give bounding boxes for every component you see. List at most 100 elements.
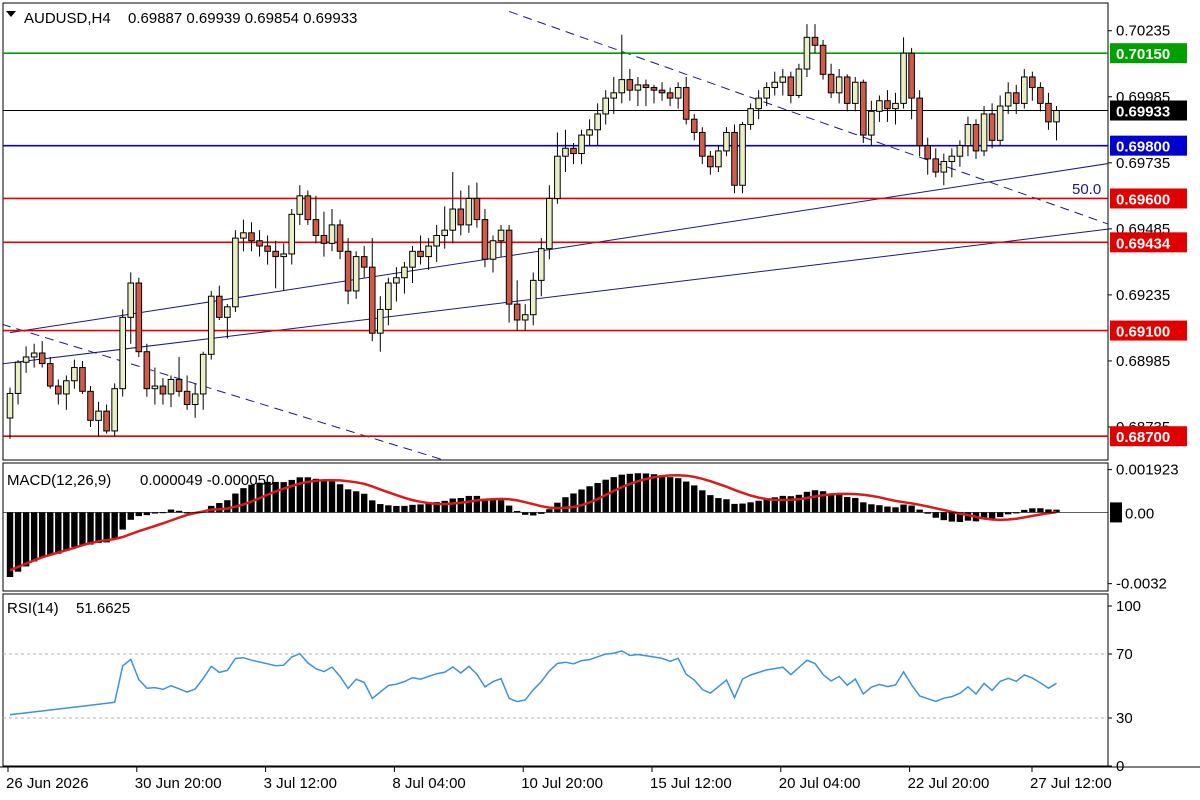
candle[interactable] xyxy=(207,290,215,360)
candle-body xyxy=(626,79,634,91)
macd-bar xyxy=(1021,509,1028,513)
rsi-tick-label: 0 xyxy=(1116,758,1124,775)
candle[interactable] xyxy=(87,386,94,427)
price-badge-label: 0.69933 xyxy=(1116,104,1170,121)
macd-bar xyxy=(167,509,175,513)
macd-bar xyxy=(409,504,416,513)
macd-bar xyxy=(900,504,907,513)
macd-bar xyxy=(328,481,336,513)
macd-bar xyxy=(650,474,658,513)
candle-body xyxy=(433,234,440,247)
candle-body xyxy=(360,256,368,268)
macd-bar xyxy=(546,509,553,513)
candle[interactable] xyxy=(143,343,151,397)
candle-body xyxy=(707,155,714,168)
macd-bar xyxy=(425,503,432,513)
candle[interactable] xyxy=(980,106,988,157)
candle-body xyxy=(385,282,392,310)
price-header[interactable]: AUDUSD,H4 0.69887 0.69939 0.69854 0.6993… xyxy=(6,10,357,27)
candle-body xyxy=(996,105,1004,141)
macd-bar xyxy=(312,478,320,513)
candle-body xyxy=(956,145,964,157)
time-tick-label: 3 Jul 12:00 xyxy=(264,775,337,792)
rsi-tick-label: 30 xyxy=(1116,710,1133,727)
candle-body xyxy=(650,87,658,91)
candle-body xyxy=(55,385,62,395)
macd-bar xyxy=(908,505,915,513)
macd-bar xyxy=(876,505,883,513)
time-tick-label: 27 Jul 12:00 xyxy=(1030,775,1112,792)
macd-bar xyxy=(127,512,134,520)
macd-bar xyxy=(779,495,786,513)
macd-bar xyxy=(224,500,231,513)
macd-tick-label: -0.0032 xyxy=(1116,576,1167,593)
candle-body xyxy=(159,385,167,395)
candle[interactable] xyxy=(119,309,127,397)
candle-body xyxy=(521,314,529,321)
candle-body xyxy=(256,240,263,247)
candle-body xyxy=(151,385,159,390)
candle-body xyxy=(763,87,771,99)
macd-bar xyxy=(739,503,746,513)
macd-bar xyxy=(6,512,14,577)
macd-bar xyxy=(369,500,376,513)
candle-body xyxy=(175,378,183,392)
candle[interactable] xyxy=(731,124,738,194)
candle-body xyxy=(240,232,247,239)
candle[interactable] xyxy=(739,121,746,194)
price-badge-label: 0.69434 xyxy=(1116,235,1171,252)
rsi-title: RSI(14) xyxy=(7,600,59,617)
macd-bar xyxy=(940,512,947,521)
time-tick-label: 26 Jun 2026 xyxy=(6,775,89,792)
candle-body xyxy=(618,79,626,94)
macd-bar xyxy=(803,491,811,513)
macd-bar xyxy=(377,504,384,513)
candle-body xyxy=(1037,87,1044,104)
macd-bar xyxy=(699,490,706,513)
candle[interactable] xyxy=(304,190,312,225)
price-tick-label: 0.69735 xyxy=(1116,155,1170,172)
price-badge-label: 0.69100 xyxy=(1116,324,1170,341)
candle-body xyxy=(296,195,304,215)
rsi-value: 51.6625 xyxy=(76,600,130,617)
candle-body xyxy=(111,388,118,432)
candle-body xyxy=(87,390,94,421)
macd-bar xyxy=(497,500,505,513)
candle[interactable] xyxy=(819,39,827,80)
candle-body xyxy=(6,392,14,419)
candle-body xyxy=(674,87,682,99)
candle-body xyxy=(562,147,569,157)
macd-bar xyxy=(691,485,698,513)
candle-body xyxy=(63,380,70,395)
macd-bar xyxy=(932,512,939,518)
panel-frame xyxy=(2,593,1109,767)
candle-body xyxy=(119,316,127,390)
macd-bar xyxy=(22,512,30,567)
macd-bar xyxy=(996,512,1004,518)
macd-bar xyxy=(916,509,923,513)
macd-bar xyxy=(232,493,239,513)
candle-body xyxy=(940,160,948,173)
candle[interactable] xyxy=(860,79,867,144)
candle-body xyxy=(658,89,666,94)
candle-body xyxy=(1004,92,1012,107)
candle-body xyxy=(1029,76,1036,89)
chart-canvas: 0.702350.699850.697350.694850.692350.689… xyxy=(0,2,1200,792)
candle-body xyxy=(972,124,980,152)
macd-bar xyxy=(111,512,118,539)
candle-body xyxy=(699,131,706,157)
candle-body xyxy=(513,303,521,321)
candle[interactable] xyxy=(232,230,239,313)
macd-bar xyxy=(586,486,593,513)
candle-body xyxy=(819,44,827,75)
macd-bar xyxy=(39,512,46,558)
candle[interactable] xyxy=(795,63,803,99)
candle-body xyxy=(38,352,46,365)
candle[interactable] xyxy=(111,383,118,437)
macd-bar xyxy=(401,505,408,513)
candle[interactable] xyxy=(135,277,143,357)
candle-body xyxy=(489,240,497,260)
candle-body xyxy=(103,410,110,432)
macd-bar xyxy=(95,512,102,544)
candle-body xyxy=(900,52,907,104)
